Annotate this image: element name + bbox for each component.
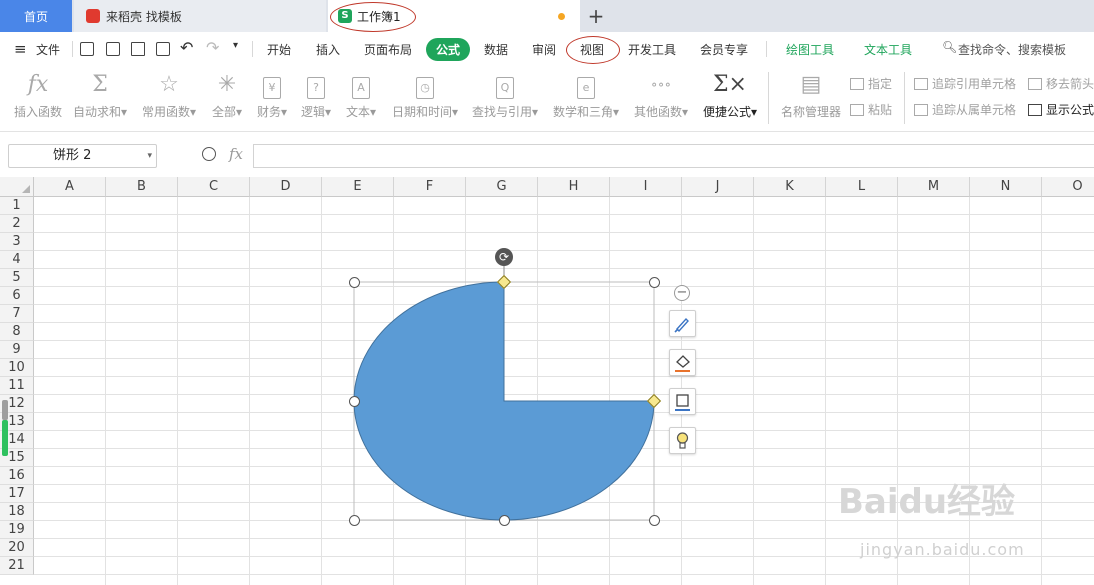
- fill-icon: [675, 355, 690, 372]
- outline-icon: [675, 394, 690, 411]
- resize-handle-nw[interactable]: [349, 277, 360, 288]
- pie-shape[interactable]: [353, 281, 655, 521]
- brush-icon: [674, 317, 689, 333]
- resize-handle-s[interactable]: [499, 515, 510, 526]
- resize-handle-sw[interactable]: [349, 515, 360, 526]
- shape-fill-button[interactable]: [669, 349, 696, 376]
- minus-icon[interactable]: −: [674, 285, 690, 301]
- shape-outline-button[interactable]: [669, 388, 696, 415]
- shape-effects-button[interactable]: [669, 427, 696, 454]
- resize-handle-ne[interactable]: [649, 277, 660, 288]
- rotate-icon[interactable]: ⟳: [495, 248, 513, 266]
- resize-handle-w[interactable]: [349, 396, 360, 407]
- resize-handle-se[interactable]: [649, 515, 660, 526]
- baidu-watermark-url: jingyan.baidu.com: [860, 540, 1025, 559]
- shape-style-button[interactable]: [669, 310, 696, 337]
- bulb-icon: [676, 432, 689, 449]
- baidu-watermark-logo: Baidu经验: [838, 482, 1016, 522]
